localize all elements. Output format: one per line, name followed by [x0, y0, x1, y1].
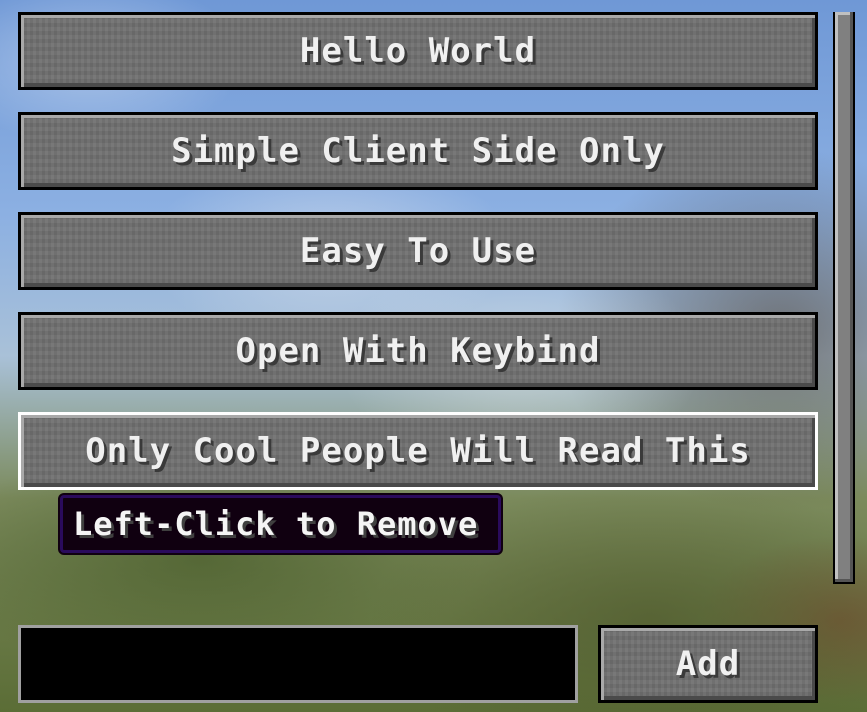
list-item-button[interactable]: Easy To Use — [18, 212, 818, 290]
add-button[interactable]: Add — [598, 625, 818, 703]
scrollbar-thumb[interactable] — [835, 12, 853, 582]
list-item-button-hovered[interactable]: Only Cool People Will Read This — [18, 412, 818, 490]
new-entry-input[interactable] — [18, 625, 578, 703]
remove-tooltip: Left-Click to Remove — [60, 495, 501, 553]
list-item-button[interactable]: Simple Client Side Only — [18, 112, 818, 190]
tooltip-text: Left-Click to Remove — [73, 505, 479, 543]
list-item-button[interactable]: Open With Keybind — [18, 312, 818, 390]
list-item-button[interactable]: Hello World — [18, 12, 818, 90]
